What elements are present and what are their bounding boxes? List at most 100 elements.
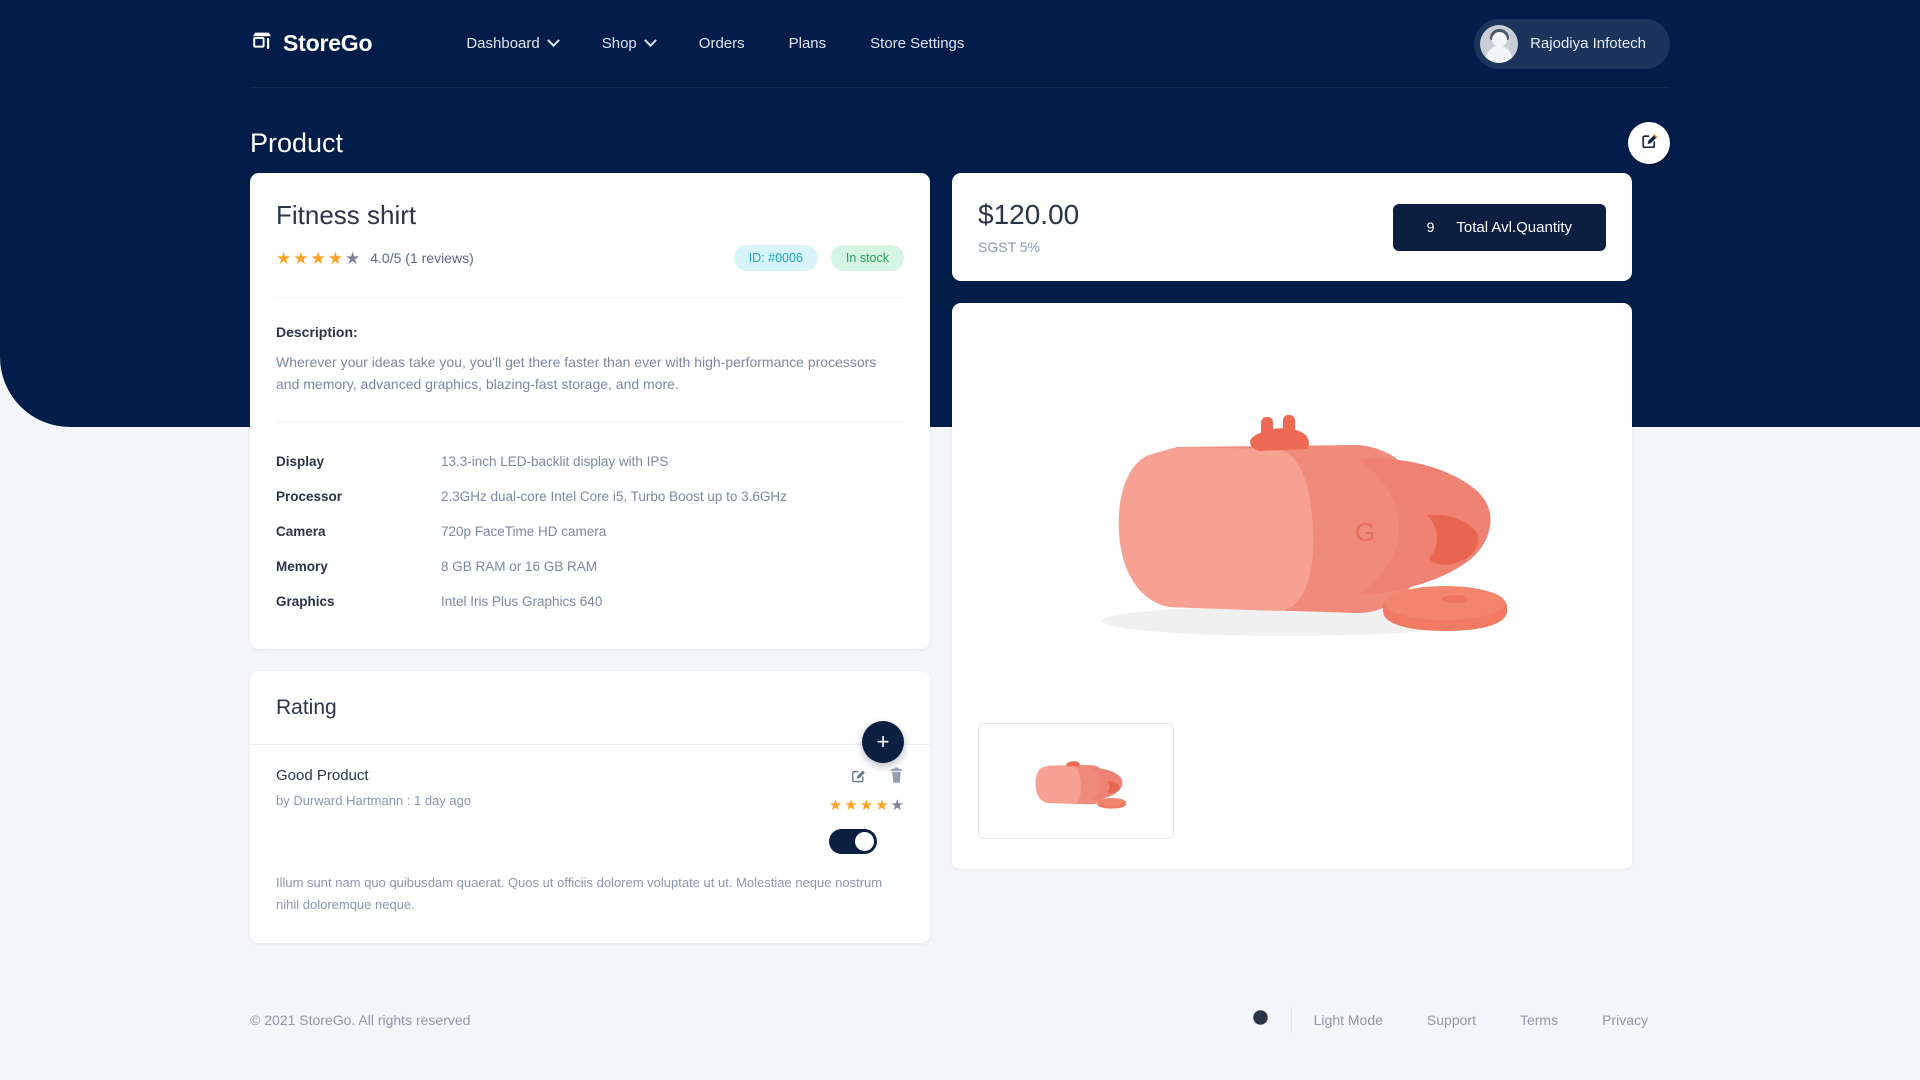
star-icon: ★ [327,248,343,268]
edit-square-icon [1640,131,1659,155]
spec-key: Memory [276,559,328,575]
product-tax: SGST 5% [978,239,1040,255]
spec-key: Camera [276,524,326,540]
edit-square-icon [850,767,867,789]
star-icon: ★ [844,797,858,815]
chevron-down-icon [643,34,657,48]
quantity-label: Total Avl.Quantity [1456,218,1572,236]
product-rating: ★ ★ ★ ★ ★ 4.0/5 (1 reviews) [276,250,474,267]
product-rating-row: ★ ★ ★ ★ ★ 4.0/5 (1 reviews) ID: #0006 In… [276,245,904,271]
star-icon-empty: ★ [890,797,904,815]
product-id-badge: ID: #0006 [733,245,818,271]
review-title: Good Product [276,767,369,785]
nav-item-shop[interactable]: Shop [580,27,677,60]
user-name: Rajodiya Infotech [1530,35,1646,52]
nav-item-dashboard[interactable]: Dashboard [444,27,579,60]
footer-link-privacy[interactable]: Privacy [1580,1012,1670,1028]
nav-item-orders[interactable]: Orders [677,27,767,60]
trash-icon [889,767,904,789]
thumbnail-strip [952,723,1632,869]
table-row: Processor 2.3GHz dual-core Intel Core i5… [276,479,904,514]
delete-review-button[interactable] [889,767,904,789]
store-icon [250,29,274,58]
review-meta: by Durward Hartmann : 1 day ago [276,793,472,809]
dark-mode-icon [1252,1009,1269,1031]
spec-key: Processor [276,489,343,505]
product-price: $120.00 [978,199,1080,230]
description-text: Wherever your ideas take you, you'll get… [276,354,877,392]
chevron-down-icon [546,34,560,48]
page-footer: © 2021 StoreGo. All rights reserved Ligh… [250,990,1670,1050]
table-row: Display 13.3-inch LED-backlit display wi… [276,444,904,479]
left-column: Fitness shirt ★ ★ ★ ★ ★ 4.0/5 (1 reviews… [250,173,930,944]
page-title: Product [250,127,344,158]
brand-name: StoreGo [283,30,373,56]
nav-item-store-settings[interactable]: Store Settings [848,27,986,60]
star-rating: ★ ★ ★ ★ ★ [276,250,360,267]
nav-item-label: Plans [788,35,827,52]
table-row: Graphics Intel Iris Plus Graphics 640 [276,584,904,619]
star-icon: ★ [828,797,843,815]
star-icon: ★ [276,248,292,268]
divider [276,421,904,423]
review-actions [850,767,904,789]
product-gallery-card: G [952,303,1632,869]
divider [276,297,904,298]
quantity-value: 9 [1426,219,1435,235]
stock-status-badge: In stock [830,245,904,271]
svg-text:G: G [1355,517,1375,547]
brand-logo[interactable]: StoreGo [250,29,373,58]
star-icon: ★ [293,248,309,268]
rating-card-header: Rating + [250,671,930,764]
top-navigation-bar: StoreGo Dashboard Shop Orders Plans Stor… [250,0,1670,88]
nav-item-label: Orders [698,35,745,52]
copyright-text: © 2021 StoreGo. All rights reserved [250,1012,471,1028]
product-main-image: G [952,303,1632,723]
nav-item-plans[interactable]: Plans [767,27,849,60]
spec-value: 8 GB RAM or 16 GB RAM [441,559,598,575]
star-icon: ★ [859,797,874,815]
table-row: Camera 720p FaceTime HD camera [276,514,904,549]
user-profile-menu[interactable]: Rajodiya Infotech [1474,18,1670,69]
spec-value: Intel Iris Plus Graphics 640 [441,594,603,610]
list-item: Good Product by Durward Hartmann : 1 day… [250,745,930,943]
spec-value: 2.3GHz dual-core Intel Core i5, Turbo Bo… [441,489,787,505]
product-detail-card: Fitness shirt ★ ★ ★ ★ ★ 4.0/5 (1 reviews… [250,173,930,650]
star-icon-empty: ★ [345,248,361,268]
toggle-knob [855,832,874,852]
page-header: Product [250,108,1670,178]
nav-item-label: Store Settings [870,35,965,52]
right-column: $120.00 SGST 5% 9 Total Avl.Quantity G [952,173,1632,869]
description-label: Description: [276,324,358,340]
edit-review-button[interactable] [850,767,867,789]
footer-links: Light Mode Support Terms Privacy [1252,1007,1670,1033]
dark-mode-toggle[interactable] [1252,1009,1291,1031]
price-block: $120.00 SGST 5% [978,199,1079,255]
rating-card: Rating + Good Product by Durward Hartman… [250,671,930,944]
product-name: Fitness shirt [276,200,417,230]
spec-key: Display [276,454,325,470]
spec-value: 13.3-inch LED-backlit display with IPS [441,454,669,470]
footer-link-terms[interactable]: Terms [1498,1012,1580,1028]
nav-links: Dashboard Shop Orders Plans Store Settin… [444,27,1474,60]
star-icon: ★ [875,797,889,815]
review-star-rating: ★ ★ ★ ★ ★ [829,798,904,813]
main-content: Fitness shirt ★ ★ ★ ★ ★ 4.0/5 (1 reviews… [250,173,1670,944]
edit-product-button[interactable] [1628,122,1670,164]
total-available-quantity-button[interactable]: 9 Total Avl.Quantity [1392,203,1606,251]
thumbnail-item[interactable] [978,723,1174,839]
nav-item-label: Dashboard [466,35,540,52]
specifications-table: Display 13.3-inch LED-backlit display wi… [276,444,904,619]
spec-key: Graphics [276,594,335,610]
rating-section-title: Rating [276,695,337,719]
footer-link-light-mode[interactable]: Light Mode [1292,1012,1405,1028]
star-icon: ★ [310,248,326,268]
spec-value: 720p FaceTime HD camera [441,524,607,540]
rating-text: 4.0/5 (1 reviews) [370,250,474,266]
price-card: $120.00 SGST 5% 9 Total Avl.Quantity [952,173,1632,281]
footer-link-support[interactable]: Support [1405,1012,1498,1028]
review-body: Illum sunt nam quo quibusdam quaerat. Qu… [276,875,883,912]
review-visibility-toggle[interactable] [829,829,877,855]
table-row: Memory 8 GB RAM or 16 GB RAM [276,549,904,584]
product-badges: ID: #0006 In stock [733,245,904,271]
